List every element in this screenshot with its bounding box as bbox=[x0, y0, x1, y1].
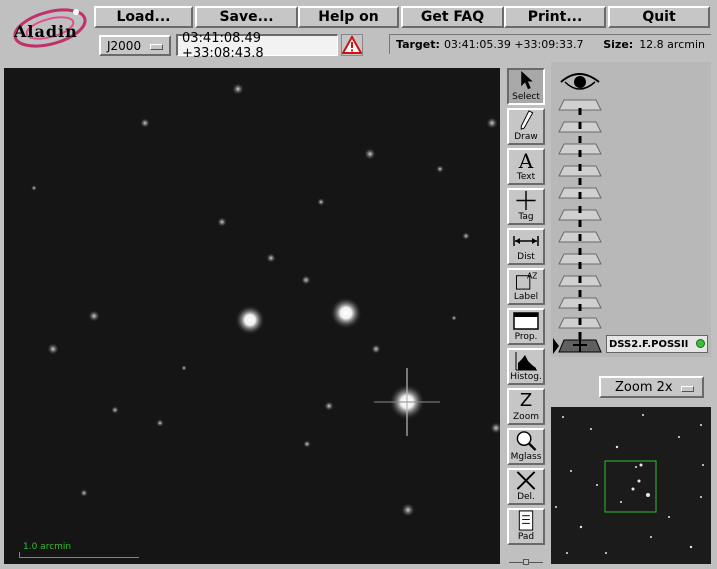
tool-prop-label: Prop. bbox=[514, 332, 538, 342]
chevron-down-icon bbox=[150, 44, 163, 50]
faq-button-label: Get FAQ bbox=[420, 9, 485, 25]
tool-tag[interactable]: Tag bbox=[507, 188, 545, 225]
svg-text:AZ: AZ bbox=[527, 272, 537, 281]
thumbnail-view-box bbox=[604, 460, 657, 513]
properties-window-icon bbox=[513, 312, 539, 330]
logo-text: Aladin bbox=[14, 22, 78, 41]
tool-pad[interactable]: Pad bbox=[507, 508, 545, 545]
load-button[interactable]: Load... bbox=[94, 6, 193, 28]
size-label: Size: bbox=[603, 38, 634, 51]
layer-status-icon bbox=[696, 339, 705, 348]
save-button-label: Save... bbox=[219, 9, 274, 25]
frame-select-value: J2000 bbox=[107, 38, 142, 53]
tool-label-label: Label bbox=[513, 292, 539, 302]
zoom-select[interactable]: Zoom 2x bbox=[599, 376, 704, 398]
tool-mglass[interactable]: Mglass bbox=[507, 428, 545, 465]
tool-dist[interactable]: Dist bbox=[507, 228, 545, 265]
target-label: Target: bbox=[396, 38, 440, 51]
eye-icon bbox=[560, 73, 600, 90]
tool-select-label: Select bbox=[512, 92, 540, 102]
tool-del-label: Del. bbox=[517, 492, 535, 502]
save-button[interactable]: Save... bbox=[195, 6, 298, 28]
coordinate-value: 03:41:08.49 +33:08:43.8 bbox=[182, 30, 264, 61]
crosshair-icon bbox=[516, 190, 536, 211]
tool-tag-label: Tag bbox=[518, 212, 534, 222]
zoom-z-icon: Z bbox=[519, 390, 533, 411]
tool-zoom-label: Zoom bbox=[513, 412, 539, 422]
sky-image-view[interactable]: 1.0 arcmin bbox=[4, 68, 500, 564]
overview-thumbnail[interactable] bbox=[551, 407, 711, 564]
tool-slider[interactable] bbox=[507, 559, 545, 565]
help-button-label: Help on bbox=[318, 9, 379, 25]
magnifier-icon bbox=[516, 431, 537, 451]
quit-button[interactable]: Quit bbox=[608, 6, 710, 28]
tool-histog[interactable]: Histog. bbox=[507, 348, 545, 385]
target-value: 03:41:05.39 +33:09:33.7 bbox=[443, 38, 584, 51]
tool-select[interactable]: Select bbox=[507, 68, 545, 105]
scale-label: 1.0 arcmin bbox=[23, 542, 72, 552]
tool-histog-label: Histog. bbox=[510, 372, 542, 382]
distance-arrow-icon bbox=[513, 236, 539, 246]
histogram-icon bbox=[515, 352, 537, 371]
tool-del[interactable]: Del. bbox=[507, 468, 545, 505]
help-button[interactable]: Help on bbox=[298, 6, 399, 28]
size-value: 12.8 arcmin bbox=[639, 38, 705, 51]
coordinate-input[interactable]: 03:41:08.49 +33:08:43.8 bbox=[176, 31, 338, 61]
warning-icon[interactable] bbox=[341, 34, 363, 56]
tool-draw[interactable]: Draw bbox=[507, 108, 545, 145]
text-a-icon: A bbox=[518, 149, 534, 173]
print-button-label: Print... bbox=[527, 9, 583, 25]
notepad-icon bbox=[518, 510, 534, 531]
label-az-icon: AZ bbox=[515, 272, 537, 290]
tool-text[interactable]: A Text bbox=[507, 148, 545, 185]
layer-name: DSS2.F.POSSII bbox=[609, 338, 689, 350]
delete-x-icon bbox=[516, 471, 536, 490]
scale-bar-tick-left bbox=[19, 552, 20, 558]
layer-survey-label[interactable]: DSS2.F.POSSII bbox=[606, 335, 708, 353]
arrow-cursor-icon bbox=[521, 70, 533, 90]
faq-button[interactable]: Get FAQ bbox=[401, 6, 504, 28]
load-button-label: Load... bbox=[116, 9, 171, 25]
tool-draw-label: Draw bbox=[514, 132, 538, 142]
tool-prop[interactable]: Prop. bbox=[507, 308, 545, 345]
print-button[interactable]: Print... bbox=[504, 6, 606, 28]
zoom-value: Zoom 2x bbox=[615, 379, 673, 395]
layer-stack-panel bbox=[551, 62, 711, 357]
scale-bar bbox=[19, 557, 139, 558]
frame-select[interactable]: J2000 bbox=[99, 35, 171, 56]
star-field bbox=[31, 83, 500, 517]
quit-button-label: Quit bbox=[642, 9, 676, 25]
tool-zoom[interactable]: Z Zoom bbox=[507, 388, 545, 425]
thumbnail-starfield bbox=[555, 414, 704, 554]
layer-stack-graphic bbox=[553, 73, 602, 354]
chevron-down-icon bbox=[681, 386, 694, 392]
tool-pad-label: Pad bbox=[517, 532, 535, 542]
target-info-bar: Target: 03:41:05.39 +33:09:33.7 Size: 12… bbox=[389, 34, 711, 54]
tool-dist-label: Dist bbox=[517, 252, 535, 262]
tool-label[interactable]: AZ Label bbox=[507, 268, 545, 305]
tool-text-label: Text bbox=[516, 172, 536, 182]
tool-mglass-label: Mglass bbox=[510, 452, 542, 462]
aladin-logo: Aladin bbox=[6, 4, 88, 60]
pencil-icon bbox=[520, 110, 534, 130]
